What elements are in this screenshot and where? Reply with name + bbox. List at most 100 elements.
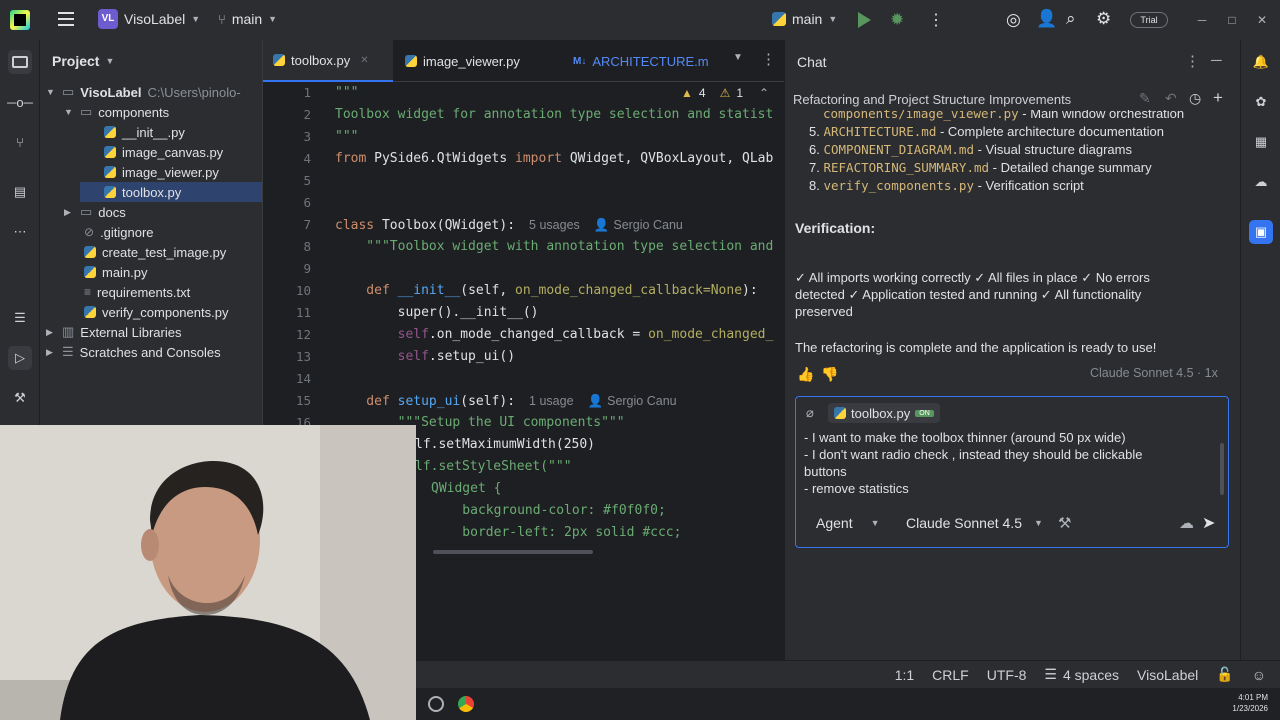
main-menu-icon[interactable] bbox=[58, 12, 74, 26]
usages-hint[interactable]: 5 usages bbox=[529, 218, 580, 232]
settings-gear-icon[interactable]: ⚙ bbox=[1096, 9, 1111, 29]
thumbs-up-icon[interactable]: 👍 bbox=[797, 366, 814, 383]
tree-item-external-libraries[interactable]: ▶ ▥ External Libraries bbox=[40, 322, 262, 342]
chrome-icon[interactable] bbox=[458, 696, 474, 712]
database-icon[interactable]: ▦ bbox=[1249, 130, 1273, 154]
notifications-status-icon[interactable]: ☺ bbox=[1252, 667, 1266, 683]
python-file-icon bbox=[84, 266, 96, 278]
tree-item-gitignore[interactable]: ⊘ .gitignore bbox=[40, 222, 262, 242]
chat-panel: Chat ⋮ ─ Refactoring and Project Structu… bbox=[784, 40, 1240, 688]
keyword: import bbox=[515, 151, 562, 166]
list-desc: - Main window orchestration bbox=[1018, 110, 1185, 121]
debug-icon[interactable]: ✹ bbox=[890, 10, 904, 30]
services-tool-icon[interactable]: ⚒ bbox=[8, 386, 32, 410]
run-icon[interactable] bbox=[858, 12, 871, 28]
list-item: 8. verify_components.py - Verification s… bbox=[809, 178, 1084, 193]
mode-selector[interactable]: Agent ▼ bbox=[816, 515, 880, 531]
usages-hint[interactable]: 1 usage bbox=[529, 394, 573, 408]
add-user-icon[interactable]: 👤 bbox=[1036, 9, 1057, 29]
chat-input-box[interactable]: ⌀ toolbox.py ON - I want to make the too… bbox=[795, 396, 1229, 548]
caret-position[interactable]: 1:1 bbox=[895, 667, 914, 683]
tree-item-toolbox[interactable]: toolbox.py bbox=[80, 182, 286, 202]
file-encoding[interactable]: UTF-8 bbox=[987, 667, 1027, 683]
os-taskbar: 4:01 PM 1/23/2026 bbox=[416, 688, 1280, 720]
more-actions-icon[interactable]: ⋮ bbox=[928, 10, 944, 30]
close-window-button[interactable]: ✕ bbox=[1252, 10, 1272, 30]
notifications-icon[interactable]: 🔔 bbox=[1249, 50, 1273, 74]
tree-item-scratches[interactable]: ▶ ☰ Scratches and Consoles bbox=[40, 342, 262, 362]
todo-tool-icon[interactable]: ☰ bbox=[8, 306, 32, 330]
editor-horizontal-scrollbar[interactable] bbox=[433, 550, 593, 554]
list-item: components/image_viewer.py - Main window… bbox=[823, 110, 1184, 121]
cloud-sync-icon[interactable]: ☁ bbox=[1249, 170, 1273, 194]
hide-panel-icon[interactable]: ─ bbox=[1211, 52, 1222, 69]
attachment-chip[interactable]: toolbox.py ON bbox=[828, 403, 940, 423]
plugin-icon[interactable]: ✿ bbox=[1249, 90, 1273, 114]
keyword: class bbox=[335, 218, 375, 233]
chevron-down-icon: ▼ bbox=[105, 56, 115, 66]
clock-date: 1/23/2026 bbox=[1232, 704, 1268, 713]
project-badge: VL bbox=[98, 9, 118, 29]
chevron-down-icon: ▼ bbox=[268, 14, 278, 24]
close-tab-icon[interactable]: ✕ bbox=[360, 55, 368, 66]
trial-badge[interactable]: Trial bbox=[1130, 12, 1168, 28]
clock[interactable]: 4:01 PM 1/23/2026 bbox=[1216, 692, 1268, 714]
tools-icon[interactable]: ⚒ bbox=[1058, 514, 1071, 532]
taskbar-app-icon[interactable] bbox=[428, 696, 444, 712]
chat-input-text[interactable]: - I want to make the toolbox thinner (ar… bbox=[804, 429, 1216, 497]
maximize-window-button[interactable]: □ bbox=[1222, 10, 1242, 30]
tree-item-verify-components[interactable]: verify_components.py bbox=[40, 302, 262, 322]
tabs-more-icon[interactable]: ⋮ bbox=[761, 50, 776, 68]
author-hint[interactable]: Sergio Canu bbox=[607, 394, 677, 408]
author-hint[interactable]: Sergio Canu bbox=[613, 218, 683, 232]
search-icon[interactable]: ⌕ bbox=[1066, 9, 1076, 29]
tree-item-init[interactable]: __init__.py bbox=[40, 122, 262, 142]
tab-architecture[interactable]: M↓ ARCHITECTURE.m bbox=[563, 40, 723, 82]
ai-chat-icon[interactable]: ▣ bbox=[1249, 220, 1273, 244]
project-tool-icon[interactable] bbox=[8, 50, 32, 74]
line-ending[interactable]: CRLF bbox=[932, 667, 969, 683]
app-logo-icon[interactable] bbox=[10, 10, 30, 30]
attach-icon[interactable]: ✎ bbox=[1139, 90, 1151, 107]
indent-setting[interactable]: ☰ 4 spaces bbox=[1044, 666, 1119, 683]
undo-icon[interactable]: ↶ bbox=[1165, 90, 1177, 107]
tab-image-viewer[interactable]: image_viewer.py bbox=[395, 40, 530, 82]
history-icon[interactable]: ◷ bbox=[1189, 90, 1201, 107]
run-config-selector[interactable]: main ▼ bbox=[772, 11, 837, 27]
chat-options-icon[interactable]: ⋮ bbox=[1185, 52, 1200, 70]
ai-assistant-icon[interactable]: ◎ bbox=[1006, 10, 1021, 30]
tree-item-main[interactable]: main.py bbox=[40, 262, 262, 282]
commit-tool-icon[interactable]: ─o─ bbox=[7, 90, 33, 114]
structure-tool-icon[interactable]: ▤ bbox=[8, 180, 32, 204]
tab-toolbox[interactable]: toolbox.py ✕ bbox=[263, 40, 393, 82]
input-line: - remove statistics bbox=[804, 481, 909, 496]
project-panel-header[interactable]: Project ▼ bbox=[52, 53, 114, 69]
tree-item-label: requirements.txt bbox=[97, 284, 191, 300]
pull-requests-icon[interactable]: ⑂ bbox=[8, 130, 32, 154]
tree-item-components[interactable]: ▼ ▭ components bbox=[40, 102, 262, 122]
conversation-title: Refactoring and Project Structure Improv… bbox=[793, 92, 1072, 107]
tree-item-docs[interactable]: ▶ ▭ docs bbox=[40, 202, 262, 222]
cloud-icon[interactable]: ☁ bbox=[1179, 514, 1194, 532]
branch-selector[interactable]: ⑂ main ▼ bbox=[218, 11, 277, 27]
model-selector[interactable]: Claude Sonnet 4.5 ▼ bbox=[906, 515, 1043, 531]
run-tool-icon[interactable]: ▷ bbox=[8, 346, 32, 370]
tabs-overflow-icon[interactable]: ▼ bbox=[733, 52, 743, 63]
tree-item-image-viewer[interactable]: image_viewer.py bbox=[40, 162, 262, 182]
input-scrollbar[interactable] bbox=[1220, 443, 1224, 495]
tree-item-project-root[interactable]: ▼ ▭ VisoLabel C:\Users\pinolo- bbox=[40, 82, 262, 102]
tree-item-create-test-image[interactable]: create_test_image.py bbox=[40, 242, 262, 262]
more-tools-icon[interactable]: ⋯ bbox=[8, 220, 32, 244]
new-chat-icon[interactable]: + bbox=[1213, 88, 1223, 108]
send-icon[interactable]: ➤ bbox=[1202, 513, 1215, 533]
tree-item-requirements[interactable]: ≡ requirements.txt bbox=[40, 282, 262, 302]
project-selector[interactable]: VL VisoLabel ▼ bbox=[98, 9, 200, 29]
thumbs-down-icon[interactable]: 👎 bbox=[821, 366, 838, 383]
lock-icon[interactable]: 🔓 bbox=[1216, 666, 1233, 683]
interpreter[interactable]: VisoLabel bbox=[1137, 667, 1198, 683]
minimize-window-button[interactable]: ─ bbox=[1192, 10, 1212, 30]
line-number: 10 bbox=[295, 283, 311, 298]
paperclip-icon[interactable]: ⌀ bbox=[806, 405, 814, 421]
markdown-file-icon: M↓ bbox=[573, 55, 587, 67]
tree-item-image-canvas[interactable]: image_canvas.py bbox=[40, 142, 262, 162]
